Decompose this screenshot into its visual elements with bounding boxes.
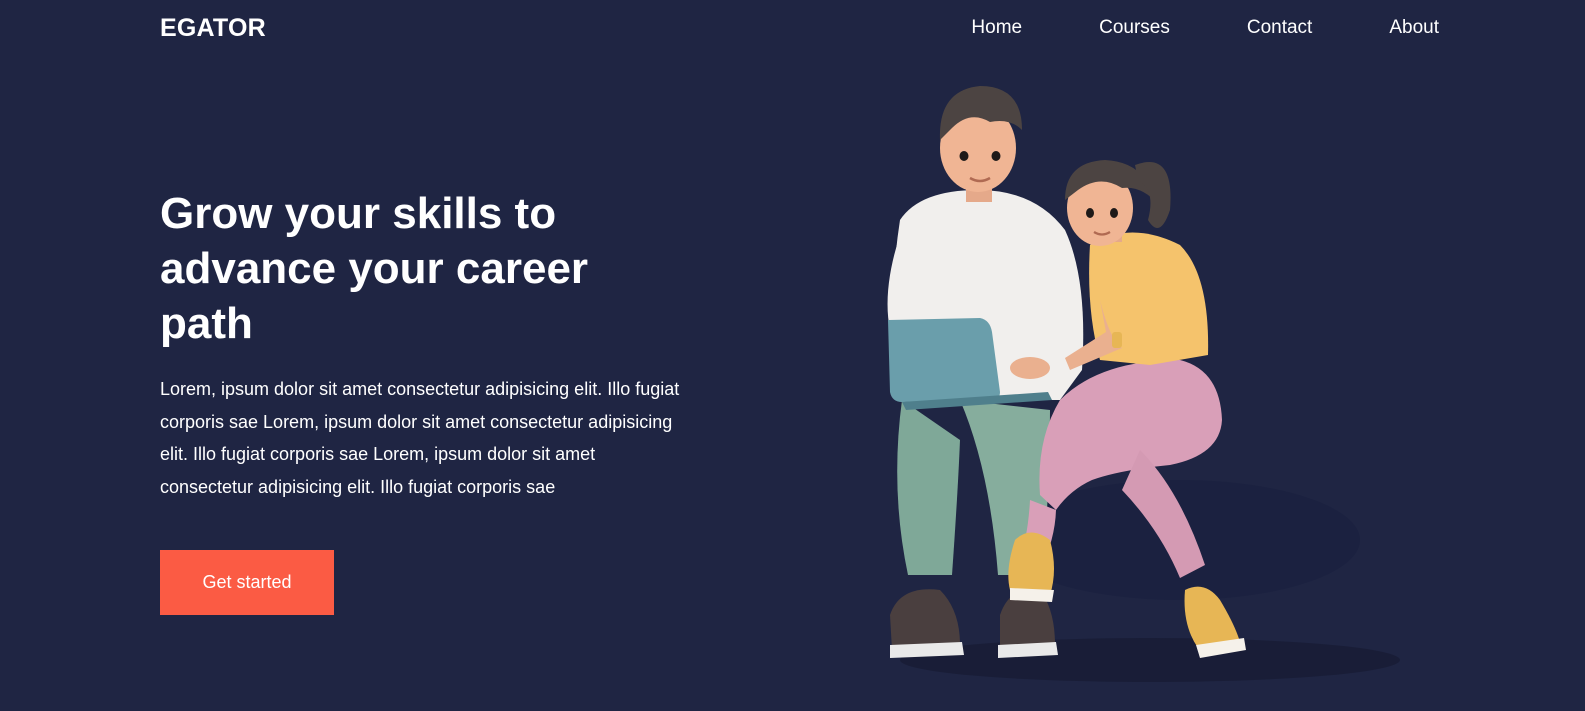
- hero-section: Grow your skills to advance your career …: [160, 186, 720, 503]
- logo[interactable]: EGATOR: [160, 14, 266, 43]
- nav-link-home[interactable]: Home: [971, 17, 1022, 39]
- students-with-laptop-illustration: [887, 86, 1400, 682]
- nav-link-contact[interactable]: Contact: [1247, 17, 1312, 39]
- hero-description: Lorem, ipsum dolor sit amet consectetur …: [160, 379, 680, 497]
- nav-link-about[interactable]: About: [1389, 17, 1439, 39]
- hero-title: Grow your skills to advance your career …: [160, 189, 589, 348]
- navbar: EGATOR Home Courses Contact About: [0, 0, 1585, 56]
- get-started-button[interactable]: Get started: [160, 550, 334, 615]
- nav-links: Home Courses Contact About: [971, 17, 1439, 39]
- nav-link-courses[interactable]: Courses: [1099, 17, 1170, 39]
